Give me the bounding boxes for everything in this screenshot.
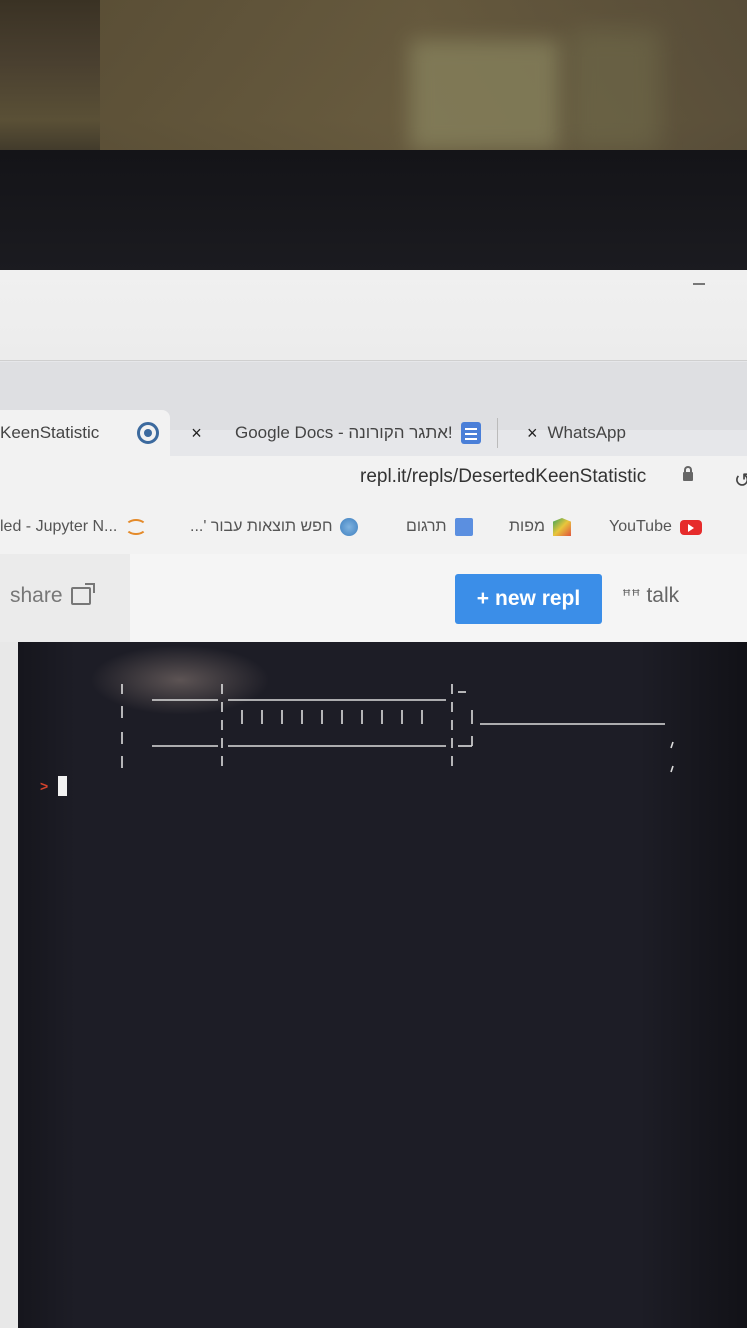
tab-google-docs[interactable]: Google Docs - אתגר הקורונה! [235, 410, 506, 456]
new-repl-button[interactable]: + new repl [455, 574, 602, 624]
tab-label: Google Docs - אתגר הקורונה! [235, 423, 453, 442]
ascii-art-output [121, 684, 674, 773]
bookmark-jupyter[interactable]: led - Jupyter N... [0, 518, 148, 536]
tab-close-icon[interactable]: × [191, 423, 202, 444]
bookmark-translate[interactable]: תרגום [406, 518, 473, 536]
share-icon [70, 583, 95, 605]
talk-label: talk [646, 584, 680, 607]
light-reflection-2 [570, 30, 660, 150]
bookmark-search[interactable]: חפש תוצאות עבור '... [190, 518, 359, 536]
console-prompt[interactable]: > [40, 776, 68, 796]
url-text[interactable]: repl.it/repls/DesertedKeenStatistic [360, 466, 646, 488]
prompt-arrow-icon: > [40, 778, 49, 794]
new-repl-label: new repl [495, 587, 581, 610]
talk-link[interactable]: ꟸꟸ talk [622, 584, 679, 608]
bookmark-maps[interactable]: מפות [509, 518, 571, 536]
room-background [0, 0, 747, 160]
browser-window: KeenStatistic × Google Docs - אתגר הקורו… [0, 270, 747, 642]
repl-toolbar: share + new repl ꟸꟸ talk [0, 554, 747, 642]
tab-keenstatistic[interactable]: KeenStatistic × [0, 410, 202, 456]
bookmark-label: YouTube [609, 518, 672, 535]
replit-favicon-icon [137, 422, 160, 444]
bookmark-youtube[interactable]: YouTube [609, 518, 702, 536]
ascii-stroke [670, 765, 674, 773]
bookmarks-bar: led - Jupyter N... חפש תוצאות עבור '... … [0, 502, 747, 555]
monitor-bezel [0, 150, 747, 272]
share-button[interactable]: share [10, 583, 95, 608]
people-icon: ꟸꟸ [622, 588, 641, 605]
youtube-icon [679, 519, 702, 535]
editor-edge [0, 642, 18, 1328]
bookmark-label: led - Jupyter N... [0, 518, 118, 535]
address-bar[interactable]: repl.it/repls/DesertedKeenStatistic ↺ [0, 456, 747, 502]
tab-close-icon[interactable]: × [527, 423, 538, 444]
bookmark-label: חפש תוצאות עבור '... [190, 518, 333, 535]
light-reflection [410, 40, 560, 150]
jupyter-icon [125, 519, 148, 535]
minimize-icon[interactable] [693, 283, 705, 285]
bookmark-label: מפות [509, 518, 545, 535]
tab-whatsapp[interactable]: × WhatsApp [527, 410, 626, 456]
share-label: share [10, 584, 63, 607]
google-docs-icon [460, 422, 481, 444]
plus-icon: + [476, 587, 490, 610]
translate-icon [454, 518, 473, 536]
title-bar [0, 270, 747, 361]
globe-icon [340, 518, 359, 536]
tab-label: WhatsApp [547, 423, 626, 442]
tab-label: KeenStatistic [0, 423, 100, 442]
tab-divider [496, 418, 498, 448]
bookmark-label: תרגום [406, 518, 447, 535]
reload-icon[interactable]: ↺ [734, 468, 747, 493]
ascii-stroke [670, 741, 674, 749]
text-cursor [58, 776, 68, 796]
lock-icon [683, 466, 693, 481]
maps-icon [552, 518, 571, 536]
